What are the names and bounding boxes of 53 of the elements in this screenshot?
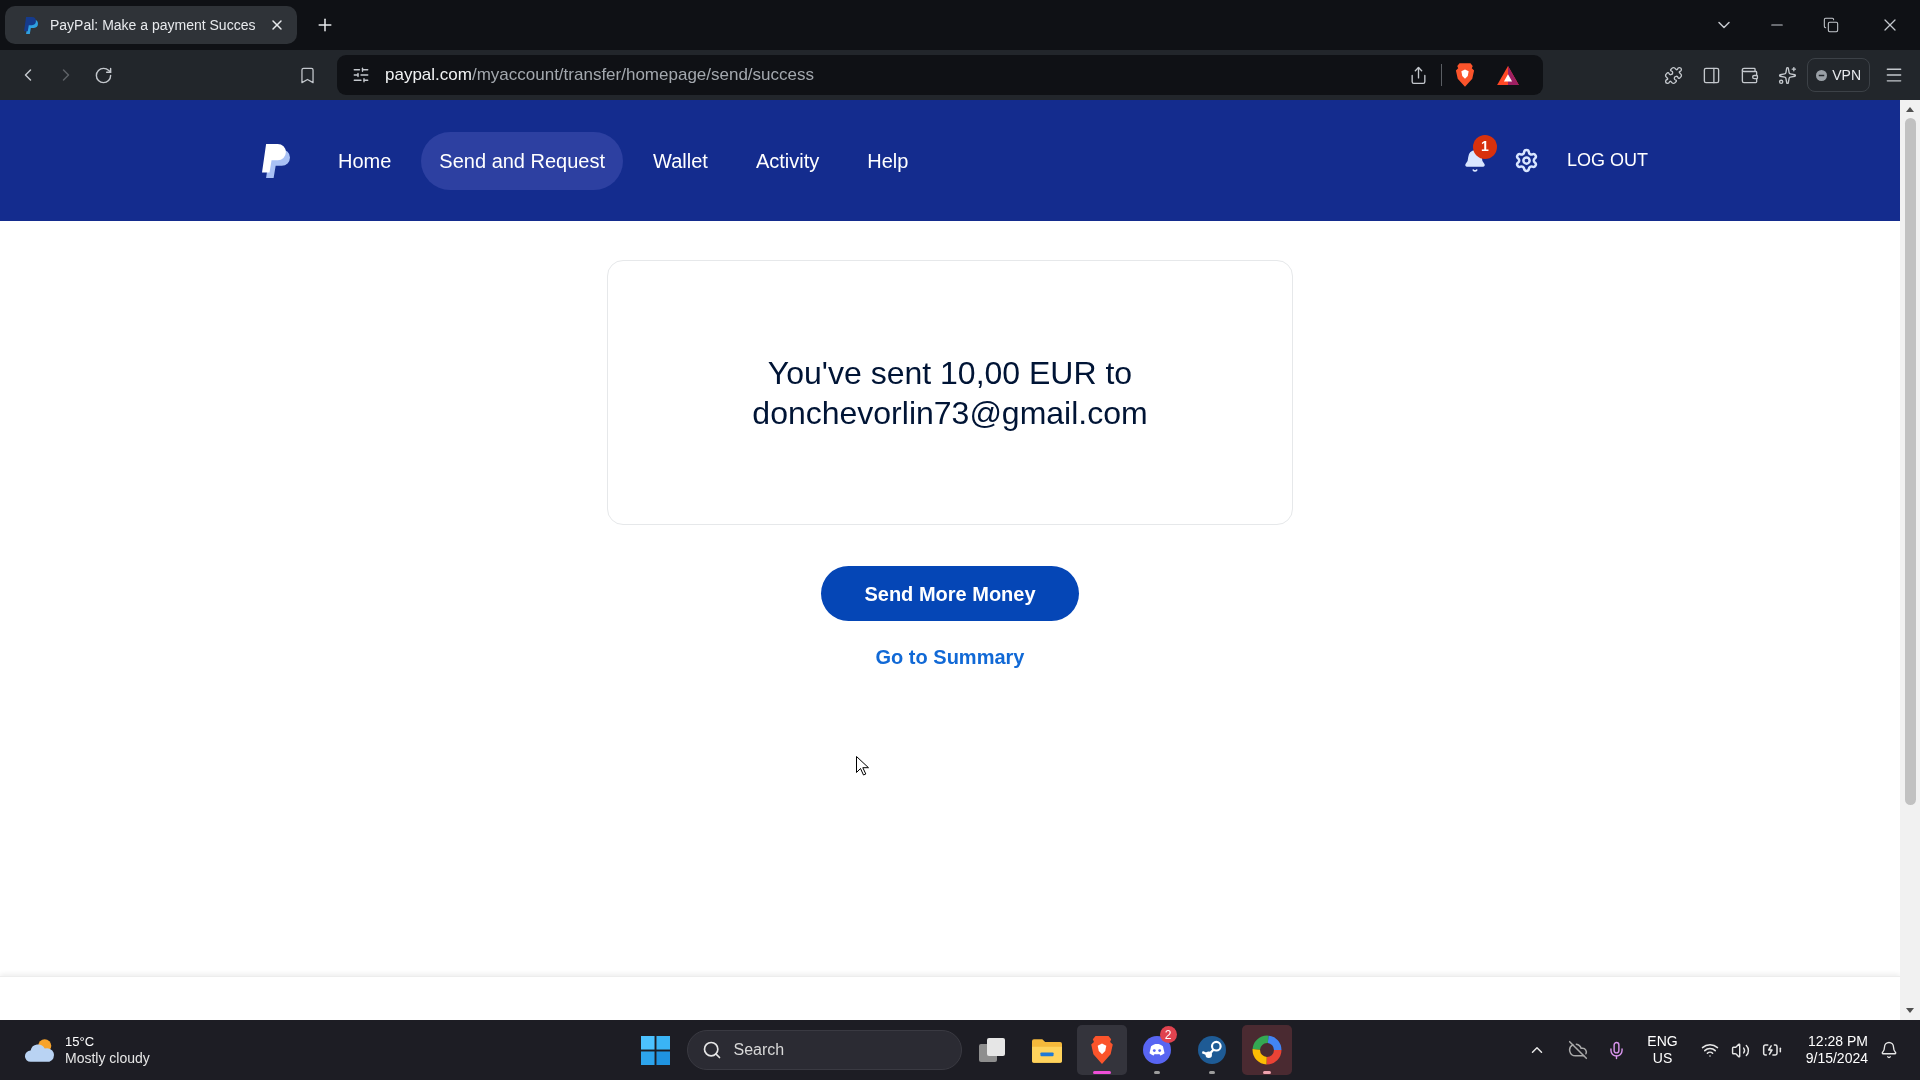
- mouse-cursor-icon: [856, 756, 869, 776]
- bell-icon[interactable]: [1880, 1041, 1898, 1059]
- scroll-up-arrow-icon[interactable]: [1906, 107, 1914, 112]
- weather-condition: Mostly cloudy: [65, 1050, 150, 1067]
- sliders-icon[interactable]: [352, 66, 370, 84]
- language-indicator[interactable]: ENG US: [1647, 1033, 1678, 1067]
- stacked-windows-icon: [978, 1038, 1005, 1062]
- nav-tab[interactable]: Home: [320, 131, 410, 190]
- ring-logo-icon: [1251, 1035, 1282, 1065]
- taskbar-app[interactable]: [1241, 1025, 1292, 1075]
- nav-tab[interactable]: Wallet: [635, 131, 726, 190]
- taskbar-app[interactable]: [1076, 1025, 1127, 1075]
- puzzle-icon[interactable]: [1664, 65, 1684, 85]
- vpn-button[interactable]: VPN: [1807, 58, 1870, 92]
- cloud-off-icon[interactable]: [1568, 1040, 1589, 1060]
- scroll-down-arrow-icon[interactable]: [1906, 1008, 1914, 1013]
- nav-tab[interactable]: Send and Request: [421, 131, 624, 190]
- shield-logo-icon: [1089, 1036, 1114, 1064]
- sun-cloud-icon[interactable]: [24, 1036, 56, 1064]
- piston-logo-icon: [1197, 1036, 1226, 1064]
- p-logo-icon: [262, 142, 290, 179]
- confirmation-message: You've sent 10,00 EUR to donchevorlin73@gmail.com: [751, 353, 1149, 433]
- share-icon[interactable]: [1409, 65, 1428, 85]
- logout-button[interactable]: LOG OUT: [1567, 147, 1648, 174]
- p-logo-icon: [24, 16, 38, 34]
- nav-tab[interactable]: Help: [849, 131, 927, 190]
- restore-icon[interactable]: [1823, 17, 1839, 33]
- address-bar[interactable]: paypal.com/myaccount/transfer/homepage/send/success: [337, 55, 1543, 95]
- bookmark-icon[interactable]: [298, 65, 317, 85]
- close-icon[interactable]: [269, 17, 285, 33]
- sparkle-icon[interactable]: [1778, 65, 1798, 85]
- wifi-icon[interactable]: [1700, 1041, 1719, 1059]
- search-icon: [701, 1040, 722, 1060]
- weather-temperature: 15°C: [65, 1033, 96, 1050]
- sidebar-icon[interactable]: [1702, 65, 1722, 85]
- browser-tab[interactable]: PayPal: Make a payment Succes: [5, 6, 297, 44]
- reload-icon[interactable]: [94, 65, 113, 85]
- clock[interactable]: 12:28 PM 9/15/2024: [1805, 1033, 1868, 1067]
- shield-logo-icon[interactable]: [1455, 63, 1475, 87]
- menu-icon[interactable]: [1884, 65, 1904, 85]
- notification-count: 1: [1473, 134, 1497, 159]
- unread-count: 2: [1159, 1026, 1177, 1043]
- text-link[interactable]: Go to Summary: [875, 642, 1025, 672]
- taskbar-app[interactable]: 2: [1131, 1025, 1182, 1075]
- nav-tab[interactable]: Activity: [737, 131, 838, 190]
- settings-icon[interactable]: [1514, 148, 1539, 173]
- wallet-icon[interactable]: [1740, 65, 1760, 85]
- scrollbar-thumb[interactable]: [1904, 118, 1916, 805]
- windows-start-icon[interactable]: [641, 1035, 670, 1065]
- folder-icon: [1031, 1037, 1062, 1063]
- triangle-logo-icon[interactable]: [1497, 65, 1519, 85]
- search-field[interactable]: Search: [686, 1030, 962, 1070]
- primary-button[interactable]: Send More Money: [821, 566, 1079, 621]
